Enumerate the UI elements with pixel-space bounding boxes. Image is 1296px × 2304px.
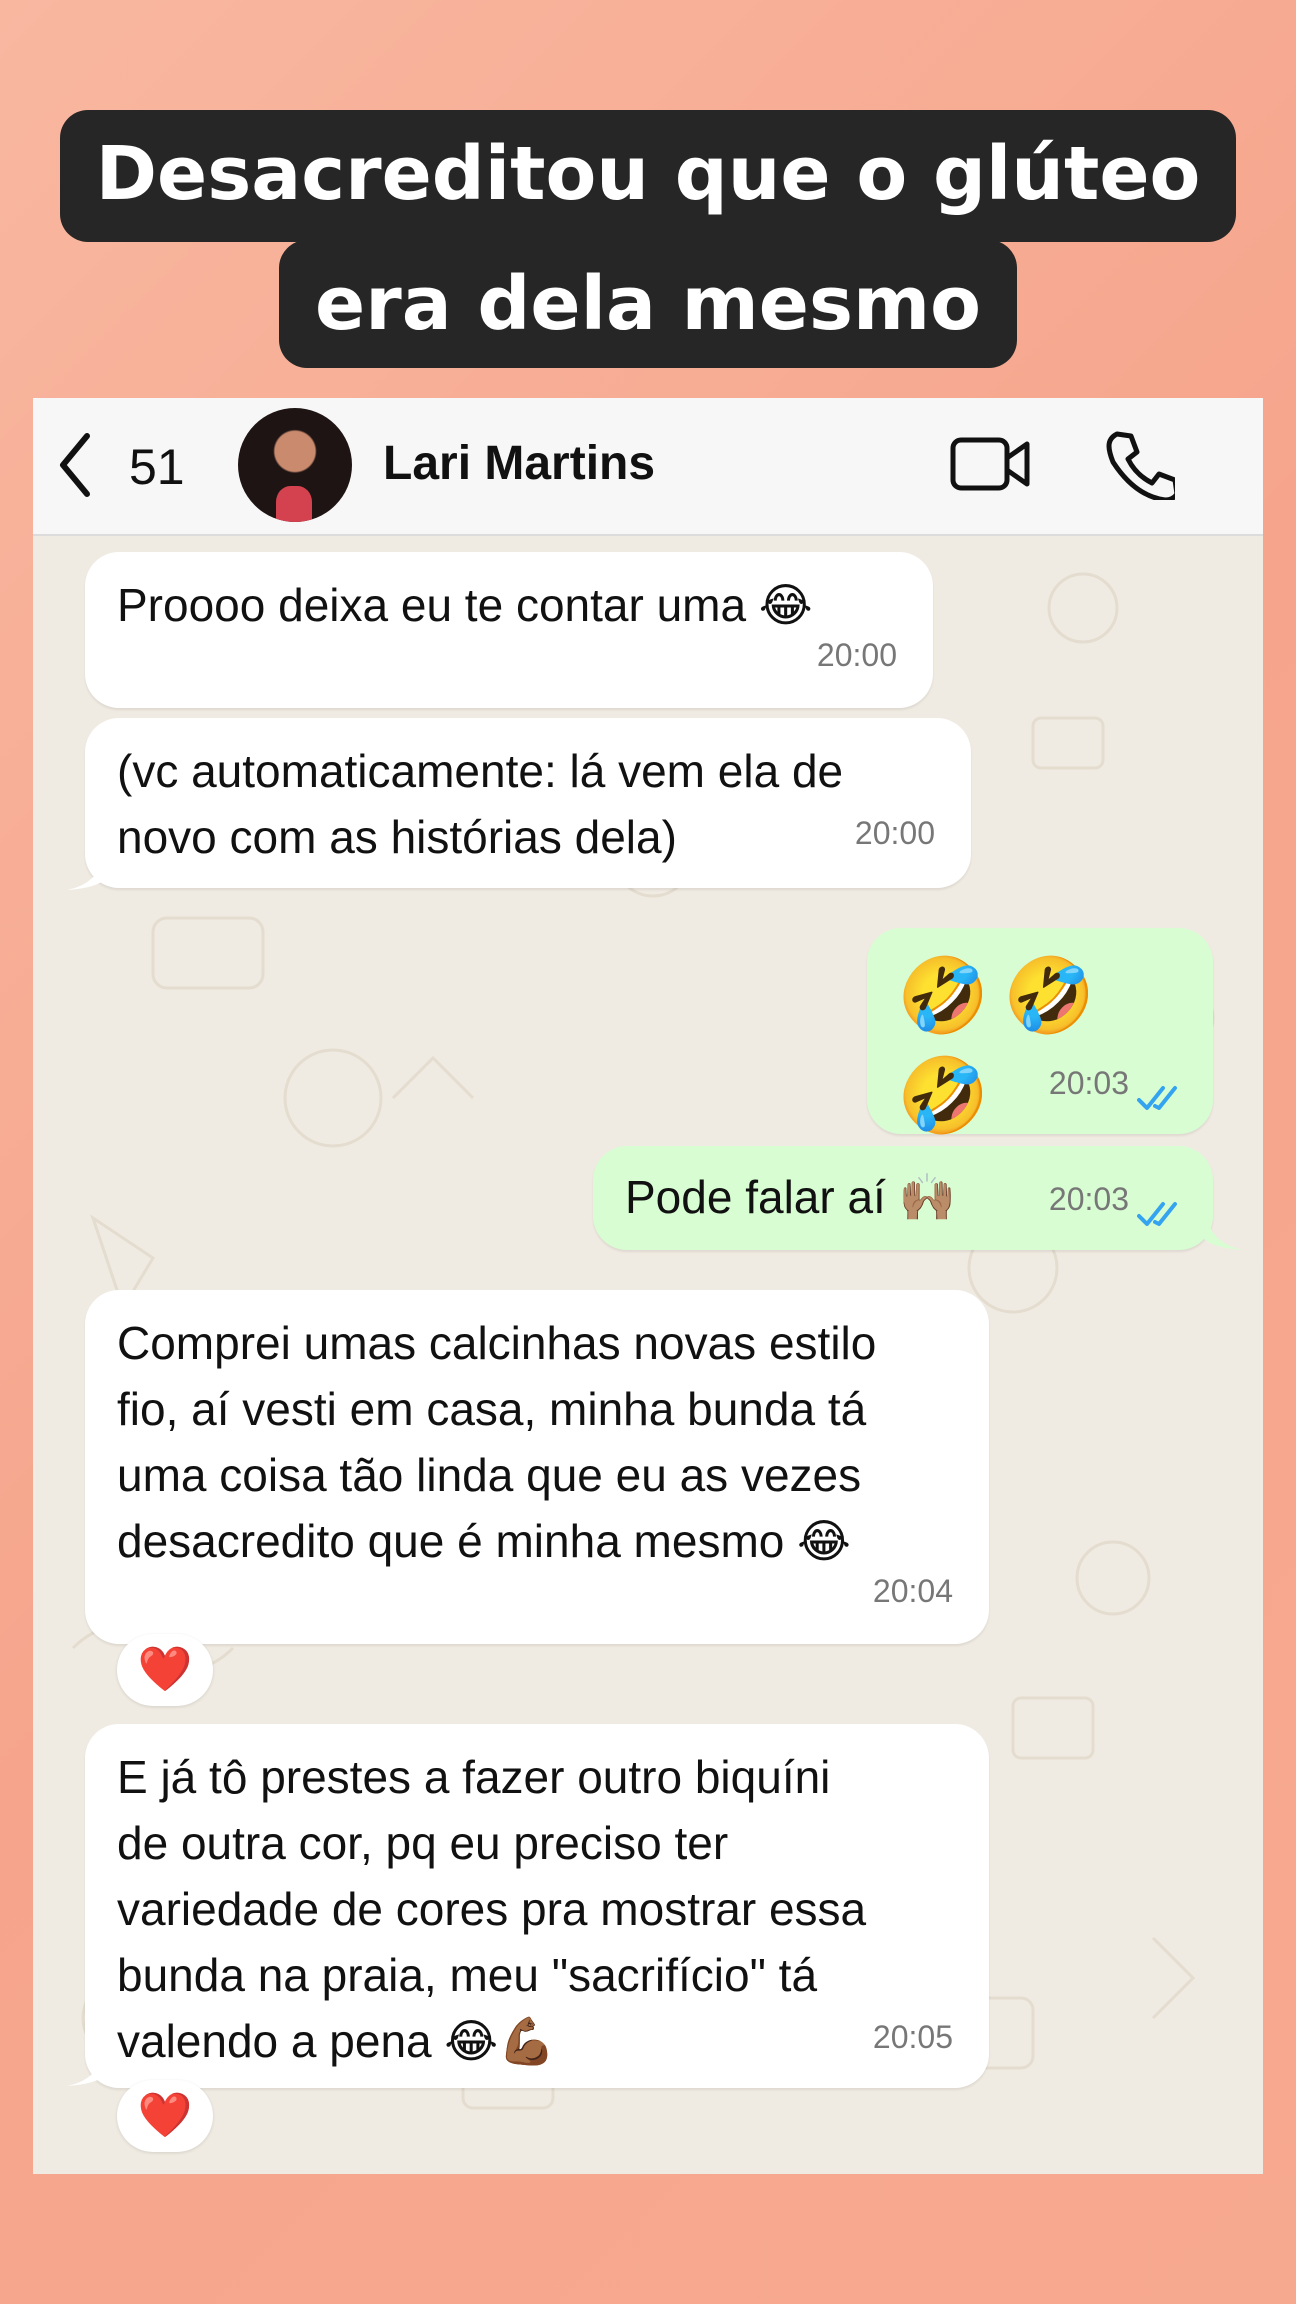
caption: Desacreditou que o glúteo era dela mesmo [0,110,1296,368]
message-bubble-outgoing[interactable]: 🤣🤣🤣 20:03 [867,928,1213,1137]
message-time: 20:03 [1048,1181,1129,1217]
bubble-tail [67,858,107,890]
caption-line-2: era dela mesmo [279,240,1017,368]
read-ticks-icon [1137,1086,1177,1110]
heart-reaction[interactable]: ❤️ [117,1634,213,1706]
bubble-tail [67,2054,107,2086]
heart-reaction[interactable]: ❤️ [117,2080,213,2152]
phone-call-icon[interactable] [1103,428,1175,500]
message-bubble-incoming[interactable]: Proooo deixa eu te contar uma 😂 20:00 [85,552,933,708]
message-text: E já tô prestes a fazer outro biquíni de… [117,1751,867,2067]
message-time: 20:00 [854,815,935,851]
message-bubble-incoming[interactable]: (vc automaticamente: lá vem ela de novo … [85,718,971,888]
bubble-tail [1203,1218,1243,1250]
message-bubble-incoming[interactable]: E já tô prestes a fazer outro biquíni de… [85,1724,989,2088]
chat-screen: 51 Lari Martins Proooo deixa eu te conta… [33,398,1263,2174]
contact-name[interactable]: Lari Martins [383,436,655,491]
message-text: (vc automaticamente: lá vem ela de novo … [117,745,844,863]
message-text: Proooo deixa eu te contar uma 😂 [117,579,813,631]
message-time: 20:03 [1048,1065,1129,1101]
message-time: 20:00 [816,637,897,673]
video-call-icon[interactable] [949,434,1033,494]
message-time: 20:04 [872,1573,953,1609]
message-text: Pode falar aí 🙌🏽 [625,1171,956,1223]
unread-count[interactable]: 51 [129,438,185,496]
message-text: Comprei umas calcinhas novas estilo fio,… [117,1317,877,1567]
chat-header: 51 Lari Martins [33,398,1263,536]
message-time: 20:05 [872,2019,953,2055]
read-ticks-icon [1137,1202,1177,1226]
message-text: 🤣🤣🤣 [897,954,1110,1137]
message-bubble-incoming[interactable]: Comprei umas calcinhas novas estilo fio,… [85,1290,989,1644]
avatar[interactable] [238,408,352,522]
back-chevron-icon[interactable] [55,430,95,500]
message-bubble-outgoing[interactable]: Pode falar aí 🙌🏽 20:03 [593,1146,1213,1250]
caption-line-1: Desacreditou que o glúteo [59,110,1237,242]
